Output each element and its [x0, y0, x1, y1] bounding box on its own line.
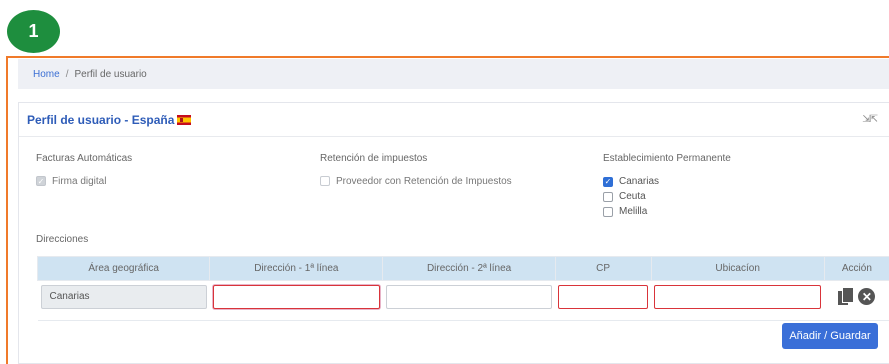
copy-icon[interactable] — [838, 288, 854, 306]
remove-icon[interactable]: ✕ — [858, 288, 876, 306]
direcciones-table: Área geográfica Dirección - 1ª línea Dir… — [36, 256, 889, 321]
row-actions: ✕ — [827, 288, 886, 306]
retencion-option: Proveedor con Retención de Impuestos — [320, 174, 512, 188]
retencion-section: Retención de impuestos Proveedor con Ret… — [320, 153, 512, 188]
header-accion: Acción — [823, 256, 889, 281]
direcciones-label: Direcciones — [36, 234, 89, 245]
header-linea1: Dirección - 1ª línea — [209, 256, 384, 281]
area-geografica-input[interactable] — [40, 284, 207, 309]
cell-cp — [555, 280, 652, 313]
header-cp: CP — [554, 256, 652, 281]
ubicacion-input[interactable] — [654, 284, 822, 309]
cell-linea2 — [382, 280, 556, 313]
breadcrumb-separator: / — [65, 68, 69, 80]
step-number: 1 — [28, 21, 39, 41]
ceuta-option: Ceuta — [603, 189, 731, 204]
save-button[interactable]: Añadir / Guardar — [782, 323, 878, 349]
collapse-icon[interactable]: ⇲⇱ — [862, 114, 878, 125]
melilla-label: Melilla — [619, 206, 648, 217]
facturas-title: Facturas Automáticas — [36, 153, 133, 164]
card-title: Perfil de usuario - España — [27, 112, 175, 127]
step-number-badge: 1 — [7, 10, 60, 53]
firma-digital-label: Firma digital — [52, 175, 107, 187]
establecimiento-section: Establecimiento Permanente ✓ Canarias Ce… — [603, 153, 731, 219]
header-ubicacion: Ubicacíon — [650, 256, 825, 281]
direccion-linea2-input[interactable] — [385, 284, 553, 309]
header-linea2: Dirección - 2ª línea — [382, 256, 556, 281]
canarias-label: Canarias — [619, 176, 660, 187]
cp-input[interactable] — [558, 284, 649, 309]
breadcrumb-home-link[interactable]: Home — [33, 69, 60, 80]
facturas-section: Facturas Automáticas ✓ Firma digital — [36, 153, 132, 188]
table-header-row: Área geográfica Dirección - 1ª línea Dir… — [36, 256, 889, 281]
breadcrumb: Home / Perfil de usuario — [18, 59, 889, 89]
cell-area — [37, 280, 210, 313]
header-area: Área geográfica — [36, 256, 211, 281]
retencion-label: Proveedor con Retención de Impuestos — [336, 175, 512, 187]
table-spacer-row — [37, 312, 889, 321]
firma-digital-option: ✓ Firma digital — [36, 174, 132, 188]
canarias-checkbox[interactable]: ✓ — [603, 176, 613, 187]
ceuta-checkbox[interactable] — [603, 191, 613, 202]
cell-accion: ✕ — [824, 280, 889, 313]
canarias-option: ✓ Canarias — [603, 174, 731, 189]
cell-linea1 — [209, 280, 383, 313]
table-row: ✕ — [37, 280, 889, 313]
breadcrumb-current: Perfil de usuario — [74, 68, 147, 80]
card-header: Perfil de usuario - España ⇲⇱ — [19, 103, 889, 137]
cell-ubicacion — [651, 280, 825, 313]
direccion-linea1-input[interactable] — [212, 284, 380, 309]
retencion-checkbox[interactable] — [320, 176, 330, 186]
spain-flag-icon — [177, 114, 192, 125]
retencion-title: Retención de impuestos — [320, 153, 428, 164]
melilla-option: Melilla — [603, 204, 731, 219]
establecimiento-title: Establecimiento Permanente — [603, 153, 731, 164]
ceuta-label: Ceuta — [619, 191, 646, 202]
firma-digital-checkbox[interactable]: ✓ — [36, 176, 46, 186]
melilla-checkbox[interactable] — [603, 206, 613, 217]
profile-card: Perfil de usuario - España ⇲⇱ Facturas A… — [18, 102, 889, 364]
spacer-cell — [37, 312, 889, 321]
